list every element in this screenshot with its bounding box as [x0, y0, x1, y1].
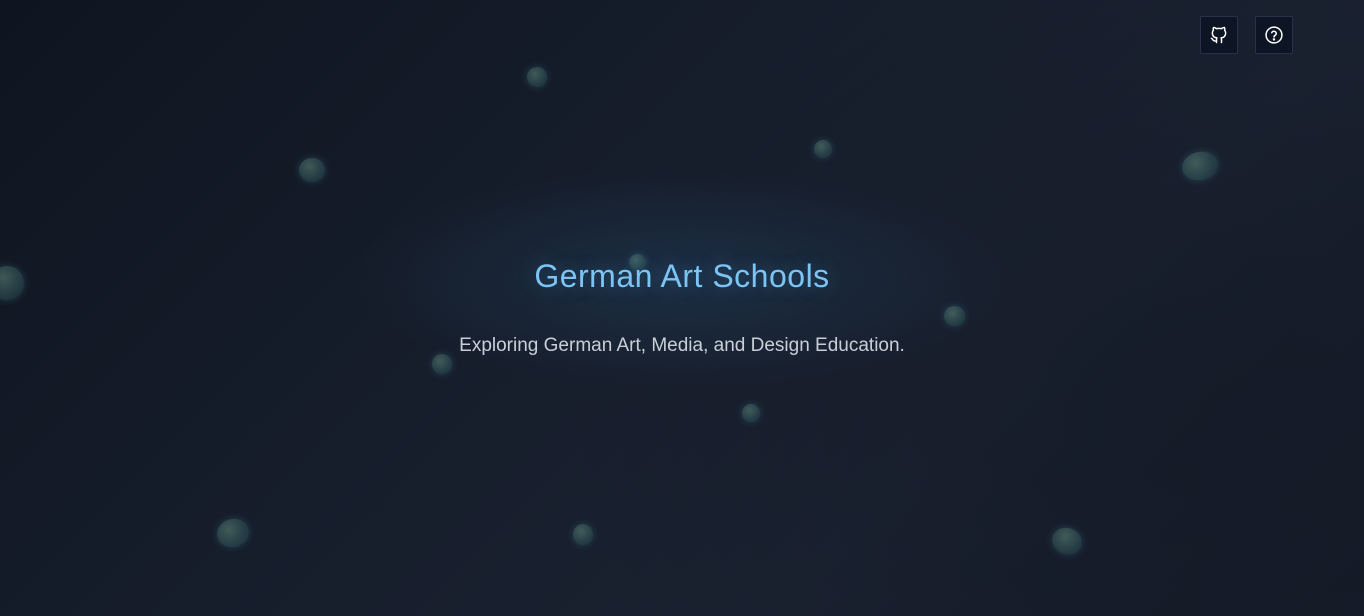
floating-bubble: [432, 354, 452, 374]
floating-bubble: [1048, 523, 1086, 559]
page-title: German Art Schools: [534, 258, 830, 294]
github-button[interactable]: [1200, 16, 1238, 54]
floating-bubble: [213, 515, 253, 551]
hero-section: German Art Schools Exploring German Art,…: [0, 0, 1364, 616]
help-icon: [1265, 26, 1283, 44]
help-button[interactable]: [1255, 16, 1293, 54]
floating-bubble: [1179, 148, 1221, 184]
floating-bubble: [742, 404, 760, 422]
page-subtitle: Exploring German Art, Media, and Design …: [459, 335, 905, 356]
floating-bubble: [527, 67, 547, 87]
github-icon: [1210, 26, 1227, 44]
floating-bubble: [573, 524, 593, 545]
floating-bubble: [944, 306, 965, 326]
floating-bubble: [814, 140, 832, 158]
floating-bubble: [299, 158, 325, 182]
